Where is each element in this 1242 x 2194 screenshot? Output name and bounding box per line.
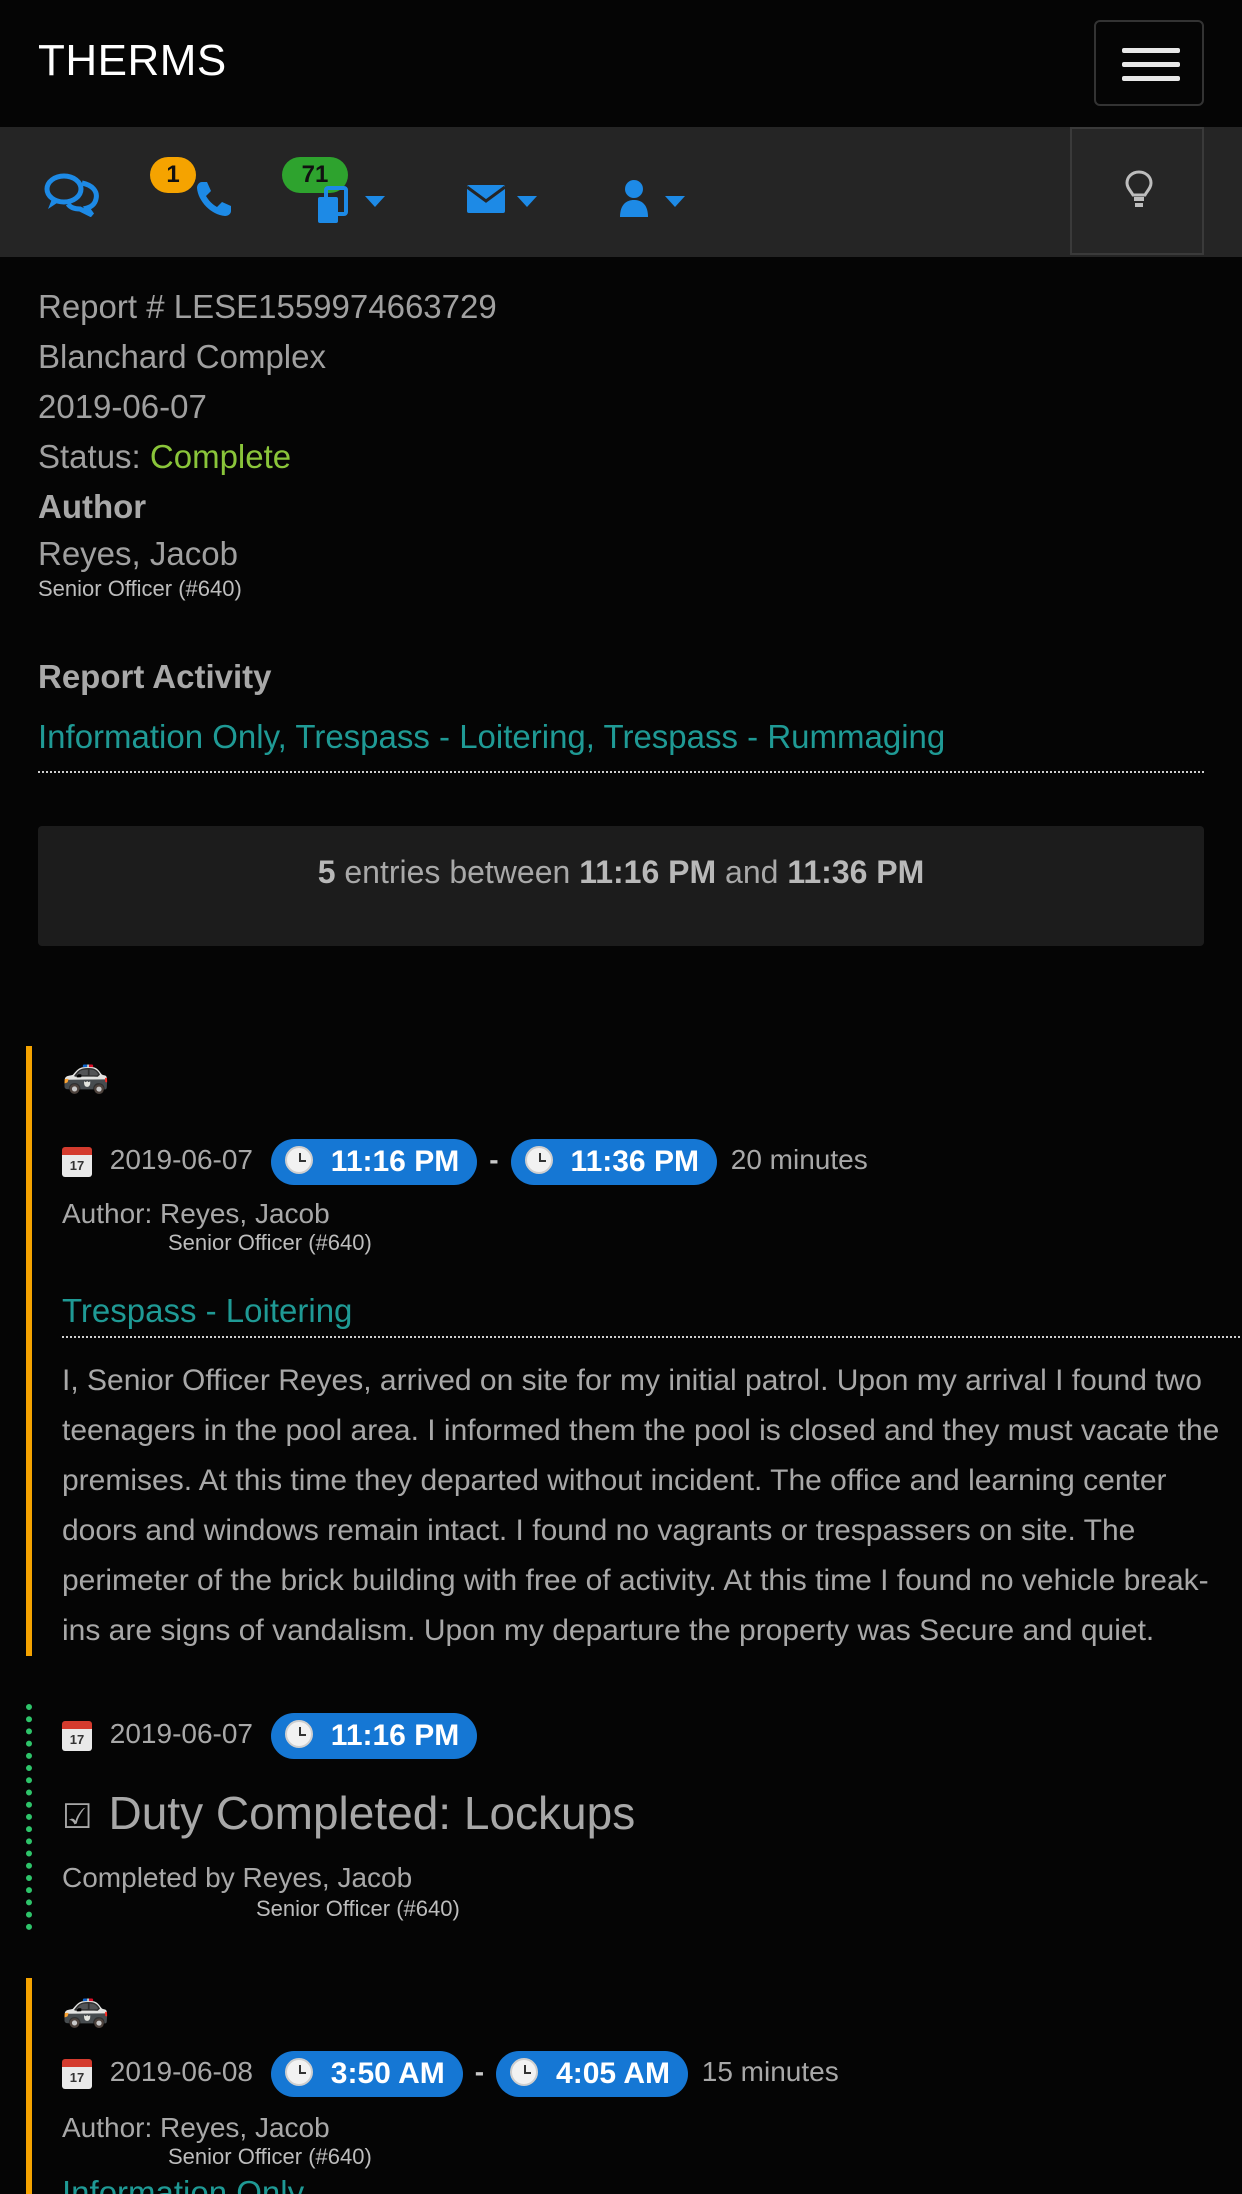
time-separator: - (489, 1144, 499, 1175)
entry-author: Author: Reyes, Jacob (62, 2112, 330, 2143)
start-time: 11:16 PM (330, 1718, 460, 1752)
tips-button[interactable] (1070, 127, 1204, 255)
top-navbar: THERMS (0, 0, 1242, 127)
calls-count-badge: 1 (150, 157, 196, 193)
entry-date: 2019-06-07 (109, 1718, 254, 1749)
user-icon (620, 180, 648, 217)
summary-end: 11:36 PM (787, 854, 925, 890)
entry-date-row: 17 2019-06-08 3:50 AM - 4:05 AM 15 minutes (62, 2048, 839, 2097)
entry-author: Author: Reyes, Jacob (62, 1198, 330, 1229)
start-time-pill[interactable]: 11:16 PM (270, 1138, 478, 1185)
calls-button[interactable]: 1 (150, 157, 231, 227)
end-time-pill[interactable]: 11:36 PM (510, 1138, 717, 1185)
entry-author-rank: Senior Officer (#640) (168, 1230, 372, 1255)
summary-text: entries between (344, 854, 571, 890)
entry-date-row: 17 2019-06-07 11:16 PM (62, 1710, 478, 1759)
entries-summary: 5 entries between 11:16 PM and 11:36 PM (38, 826, 1204, 946)
status-label: Status: (38, 438, 141, 475)
entry-date: 2019-06-07 (109, 1144, 254, 1175)
user-dropdown[interactable] (618, 157, 698, 227)
messages-button[interactable] (44, 157, 104, 227)
patrol-entry: 🚓 17 2019-06-07 11:16 PM - 11:36 PM 20 min… (26, 1046, 1242, 1656)
report-date: 2019-06-07 (38, 388, 207, 425)
patrol-car-icon: 🚓 (62, 1987, 110, 2029)
clock-icon (510, 2057, 539, 2086)
hamburger-bar (1122, 62, 1180, 67)
report-activity-heading: Report Activity (38, 658, 272, 695)
phone-icon (197, 182, 231, 216)
hamburger-bar (1122, 48, 1180, 53)
end-time: 4:05 AM (556, 2056, 670, 2090)
entry-type-link[interactable]: Information Only (62, 2174, 1242, 2194)
clock-icon (284, 1145, 313, 1174)
author-heading: Author (38, 488, 147, 525)
summary-and: and (725, 854, 779, 890)
entry-date: 2019-06-08 (109, 2056, 254, 2087)
start-time-pill[interactable]: 11:16 PM (270, 1712, 478, 1759)
duty-title: ☑ Duty Completed: Lockups (62, 1786, 635, 1840)
duty-title-text: Duty Completed: Lockups (108, 1787, 636, 1839)
documents-icon (318, 186, 348, 223)
patrol-car-icon: 🚓 (62, 1053, 110, 1095)
chevron-down-icon (365, 196, 385, 207)
entry-date-row: 17 2019-06-07 11:16 PM - 11:36 PM 20 minut… (62, 1136, 868, 1185)
author-name: Reyes, Jacob (38, 535, 238, 572)
report-status: Status: Complete (38, 432, 1204, 482)
start-time: 11:16 PM (330, 1144, 460, 1178)
start-time: 3:50 AM (330, 2056, 445, 2090)
author-rank: Senior Officer (#640) (38, 576, 242, 601)
mail-dropdown[interactable] (464, 157, 554, 227)
entry-author-rank: Senior Officer (#640) (168, 2144, 372, 2169)
summary-count: 5 (317, 854, 336, 890)
chevron-down-icon (517, 196, 537, 207)
end-time-pill[interactable]: 4:05 AM (496, 2050, 688, 2097)
report-header: Report # LESE1559974663729 Blanchard Com… (38, 282, 1204, 602)
menu-toggle-button[interactable] (1094, 20, 1204, 106)
report-number: Report # LESE1559974663729 (38, 288, 497, 325)
duty-completed-by: Completed by Reyes, Jacob (62, 1862, 413, 1893)
time-separator: - (474, 2056, 485, 2087)
entry-duration: 15 minutes (701, 2056, 839, 2087)
end-time: 11:36 PM (570, 1144, 699, 1178)
chevron-down-icon (665, 196, 685, 207)
documents-dropdown[interactable]: 71 (280, 157, 400, 227)
envelope-icon (466, 185, 506, 213)
entry-duration: 20 minutes (730, 1144, 868, 1175)
report-site: Blanchard Complex (38, 338, 326, 375)
status-value: Complete (149, 438, 292, 475)
icon-toolbar: 1 71 (0, 127, 1242, 257)
report-activity-list[interactable]: Information Only, Trespass - Loitering, … (38, 718, 1204, 773)
clock-icon (284, 2057, 313, 2086)
chat-bubbles-icon (44, 173, 99, 217)
clock-icon (524, 1145, 553, 1174)
hamburger-bar (1122, 76, 1180, 81)
calendar-icon: 17 (62, 1720, 92, 1751)
entry-type-link[interactable]: Trespass - Loitering (62, 1292, 1242, 1338)
duty-entry: 17 2019-06-07 11:16 PM ☑ Duty Completed: … (26, 1704, 1242, 1930)
lightbulb-icon (1125, 170, 1153, 207)
calendar-icon: 17 (62, 2058, 92, 2089)
app-brand[interactable]: THERMS (38, 36, 227, 86)
patrol-entry: 🚓 17 2019-06-08 3:50 AM - 4:05 AM 15 minut… (26, 1978, 1242, 2194)
clock-icon (284, 1719, 313, 1748)
duty-completed-rank: Senior Officer (#640) (256, 1896, 460, 1921)
calendar-icon: 17 (62, 1146, 92, 1177)
start-time-pill[interactable]: 3:50 AM (270, 2050, 463, 2097)
checkbox-icon: ☑ (62, 1797, 93, 1836)
summary-start: 11:16 PM (579, 854, 717, 890)
entry-narrative: I, Senior Officer Reyes, arrived on site… (62, 1364, 1220, 1647)
